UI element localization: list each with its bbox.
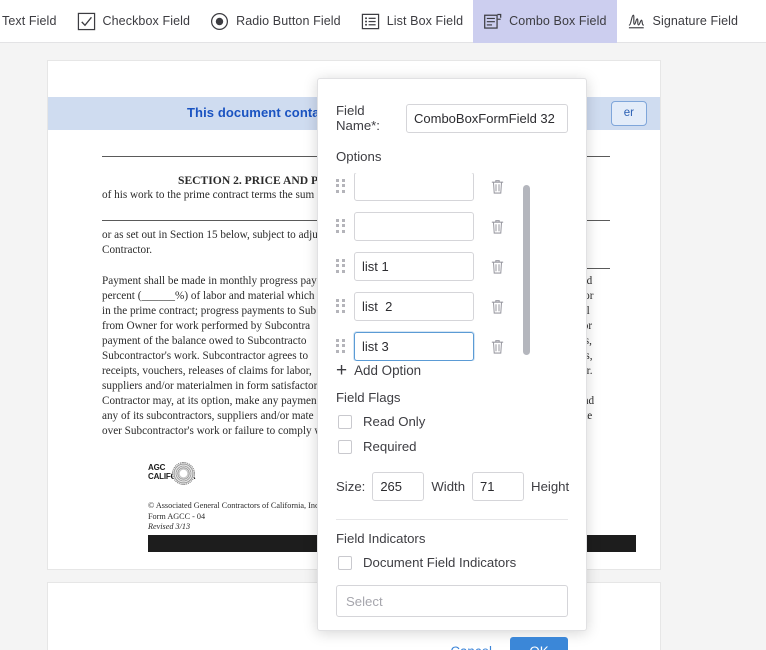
field-indicator-select[interactable]: Select xyxy=(336,585,568,617)
drag-handle-icon[interactable] xyxy=(336,178,347,194)
tool-checkbox-field-label: Checkbox Field xyxy=(102,14,191,28)
payment-line-10: any of its subcontractors, suppliers and… xyxy=(102,410,314,422)
notice-action-button[interactable]: er xyxy=(610,101,647,126)
trash-icon[interactable] xyxy=(490,218,505,235)
payment-line-4: from Owner for work performed by Subcont… xyxy=(102,320,311,332)
tool-radio-button-field-label: Radio Button Field xyxy=(236,14,341,28)
drag-handle-icon[interactable] xyxy=(336,338,347,354)
document-footer: © Associated General Contractors of Cali… xyxy=(148,501,339,533)
options-list-container xyxy=(336,173,568,361)
required-checkbox-row[interactable]: Required xyxy=(338,434,568,459)
document-field-indicators-label: Document Field Indicators xyxy=(363,555,517,570)
dialog-button-bar: Cancel OK xyxy=(336,637,568,650)
tool-checkbox-field[interactable]: Checkbox Field xyxy=(67,0,201,43)
option-input-4[interactable] xyxy=(354,291,474,321)
revised-line: Revised 3/13 xyxy=(148,522,191,531)
payment-line-6: Subcontractor's work. Subcontractor agre… xyxy=(102,350,309,362)
drag-handle-icon[interactable] xyxy=(336,298,347,314)
field-flags-label: Field Flags xyxy=(336,390,401,405)
agc-logo: AGC CALIFORNIA xyxy=(148,462,196,494)
tool-combo-box-field-label: Combo Box Field xyxy=(509,14,607,28)
tool-signature-field[interactable]: Signature Field xyxy=(617,0,749,43)
payment-line-5: payment of the balance owed to Subcontra… xyxy=(102,335,307,347)
option-row xyxy=(336,173,568,206)
agc-seal-icon xyxy=(172,462,195,485)
payment-line-3: in the prime contract; progress payments… xyxy=(102,305,317,317)
required-checkbox[interactable] xyxy=(338,439,352,454)
combo-box-field-properties-dialog: Field Name*: Options xyxy=(317,78,587,650)
option-row xyxy=(336,206,568,246)
form-field-toolbar: Text Field Checkbox Field Radio Button F… xyxy=(0,0,766,43)
radio-button-icon xyxy=(210,12,229,31)
add-option-label: Add Option xyxy=(354,363,422,378)
field-indicators-label: Field Indicators xyxy=(336,531,426,546)
field-name-label: Field Name*: xyxy=(336,103,380,133)
required-label: Required xyxy=(363,439,417,454)
field-name-input[interactable] xyxy=(406,103,568,133)
option-input-1[interactable] xyxy=(354,173,474,201)
trash-icon[interactable] xyxy=(490,338,505,355)
notice-message: This document contains xyxy=(187,105,339,120)
section-2-line-2: or as set out in Section 15 below, subje… xyxy=(102,229,318,241)
options-list xyxy=(336,173,568,361)
dialog-divider xyxy=(336,519,568,520)
option-input-5[interactable] xyxy=(354,331,474,361)
tool-text-field[interactable]: Text Field xyxy=(0,0,67,43)
options-scrollbar-thumb[interactable] xyxy=(523,185,530,355)
add-option-button[interactable]: + Add Option xyxy=(336,359,568,381)
form-number-line: Form AGCC - 04 xyxy=(148,511,206,521)
payment-line-1: Payment shall be made in monthly progres… xyxy=(102,275,321,287)
tool-signature-field-label: Signature Field xyxy=(652,14,739,28)
tool-text-field-label: Text Field xyxy=(2,14,57,28)
trash-icon[interactable] xyxy=(490,258,505,275)
width-input[interactable] xyxy=(472,472,525,501)
payment-line-7: receipts, vouchers, releases of claims f… xyxy=(102,365,312,377)
drag-handle-icon[interactable] xyxy=(336,258,347,274)
size-input[interactable] xyxy=(372,472,425,501)
payment-line-11: over Subcontractor's work or failure to … xyxy=(102,425,323,437)
document-field-indicators-checkbox[interactable] xyxy=(338,555,352,570)
section-2-line-1: of his work to the prime contract terms … xyxy=(102,189,323,201)
payment-line-8: suppliers and/or materialmen in form sat… xyxy=(102,380,318,392)
document-field-indicators-row[interactable]: Document Field Indicators xyxy=(338,550,568,575)
option-row xyxy=(336,326,568,361)
options-label: Options xyxy=(336,149,382,164)
width-label: Width xyxy=(431,479,466,494)
combo-box-icon xyxy=(483,12,502,31)
copyright-line: © Associated General Contractors of Cali… xyxy=(148,501,340,510)
trash-icon[interactable] xyxy=(490,178,505,195)
ok-button[interactable]: OK xyxy=(510,637,568,650)
option-row xyxy=(336,246,568,286)
size-row: Size: Width Height xyxy=(336,472,570,501)
tool-radio-button-field[interactable]: Radio Button Field xyxy=(200,0,351,43)
tool-combo-box-field[interactable]: Combo Box Field xyxy=(473,0,617,43)
read-only-label: Read Only xyxy=(363,414,426,429)
option-input-2[interactable] xyxy=(354,211,474,241)
app-root: Text Field Checkbox Field Radio Button F… xyxy=(0,0,766,650)
signature-icon xyxy=(627,12,646,31)
read-only-checkbox-row[interactable]: Read Only xyxy=(338,409,568,434)
height-label: Height xyxy=(531,479,570,494)
section-2-line-3: Contractor. xyxy=(102,244,153,256)
field-indicator-select-placeholder: Select xyxy=(346,593,383,609)
option-row xyxy=(336,286,568,326)
cancel-button[interactable]: Cancel xyxy=(446,638,496,650)
tool-list-box-field-label: List Box Field xyxy=(386,14,464,28)
plus-icon: + xyxy=(336,359,348,381)
option-input-3[interactable] xyxy=(354,251,474,281)
size-label: Size: xyxy=(336,479,366,494)
trash-icon[interactable] xyxy=(490,298,505,315)
field-name-row: Field Name*: xyxy=(336,103,568,133)
list-box-icon xyxy=(361,12,380,31)
checkbox-icon xyxy=(77,12,96,31)
read-only-checkbox[interactable] xyxy=(338,414,352,429)
payment-line-2: percent (______%) of labor and material … xyxy=(102,290,323,302)
tool-list-box-field[interactable]: List Box Field xyxy=(351,0,473,43)
drag-handle-icon[interactable] xyxy=(336,218,347,234)
payment-line-9: Contractor may, at its option, make any … xyxy=(102,395,317,407)
